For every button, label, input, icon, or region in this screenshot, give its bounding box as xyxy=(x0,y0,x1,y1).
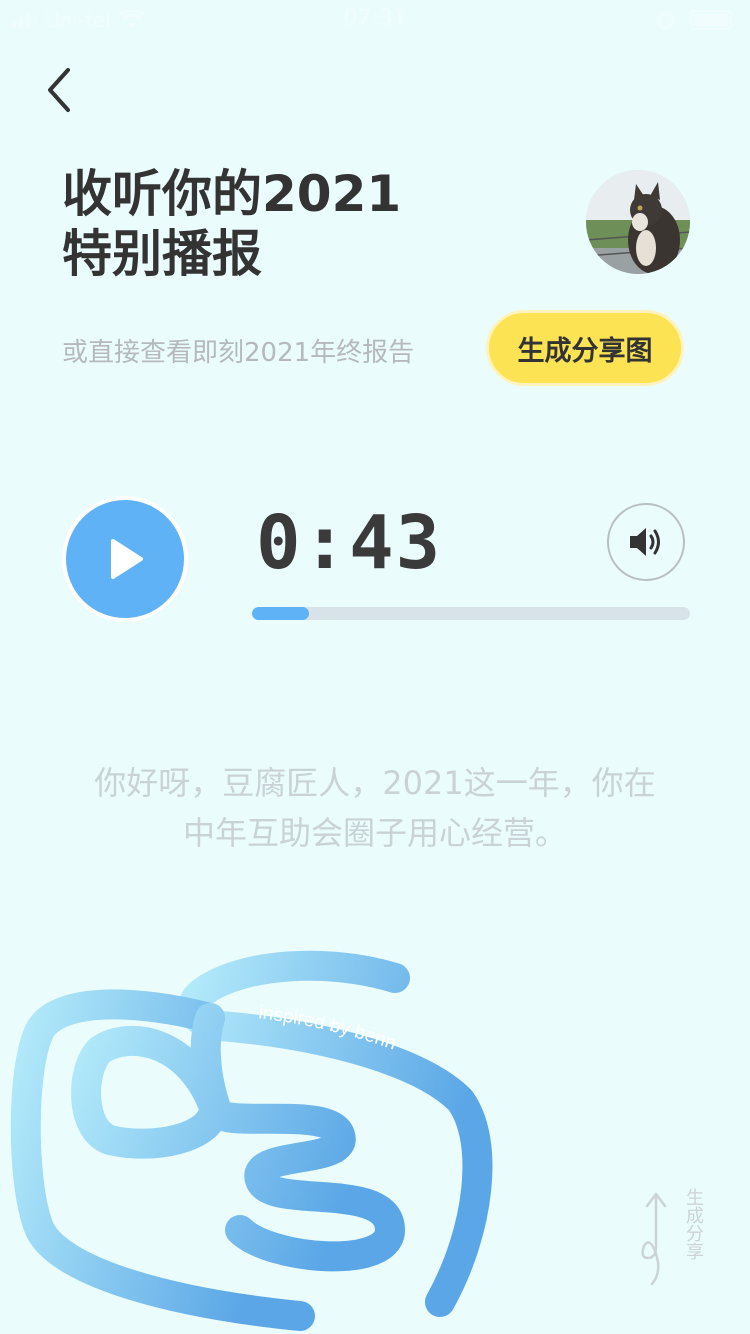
greeting-line-2: 中年互助会圈子用心经营。 xyxy=(182,814,567,852)
title-line-1: 收听你的2021 xyxy=(62,165,402,223)
progress-bar[interactable] xyxy=(252,607,690,620)
share-side-label[interactable]: 生成分享 xyxy=(680,1188,706,1260)
status-time: 07:31 xyxy=(343,6,407,31)
report-subtitle[interactable]: 或直接查看即刻2021年终报告 xyxy=(62,332,414,369)
volume-icon xyxy=(630,528,660,556)
status-bar: Uni-tel 07:31 xyxy=(0,0,750,40)
play-icon xyxy=(111,539,143,579)
share-image-button[interactable]: 生成分享图 xyxy=(486,310,684,386)
chevron-left-icon xyxy=(48,68,70,112)
play-button[interactable] xyxy=(62,496,188,622)
playback-time: 0:43 xyxy=(256,500,443,586)
page-title: 收听你的2021 特别播报 xyxy=(62,164,401,284)
status-right xyxy=(656,10,732,30)
volume-button[interactable] xyxy=(607,503,685,581)
jike-circle-logo-art: inspired by benn xyxy=(10,950,493,1331)
avatar[interactable] xyxy=(586,170,690,274)
progress-fill xyxy=(252,607,309,620)
title-line-2: 特别播报 xyxy=(62,225,262,283)
arrow-up-icon[interactable] xyxy=(632,1188,672,1288)
greeting-text: 你好呀，豆腐匠人，2021这一年，你在 中年互助会圈子用心经营。 xyxy=(40,758,710,858)
greeting-line-1: 你好呀，豆腐匠人，2021这一年，你在 xyxy=(94,764,656,802)
alarm-icon xyxy=(657,12,675,30)
battery-icon xyxy=(690,10,732,30)
back-button[interactable] xyxy=(40,62,80,118)
cat-photo-avatar xyxy=(586,170,690,274)
